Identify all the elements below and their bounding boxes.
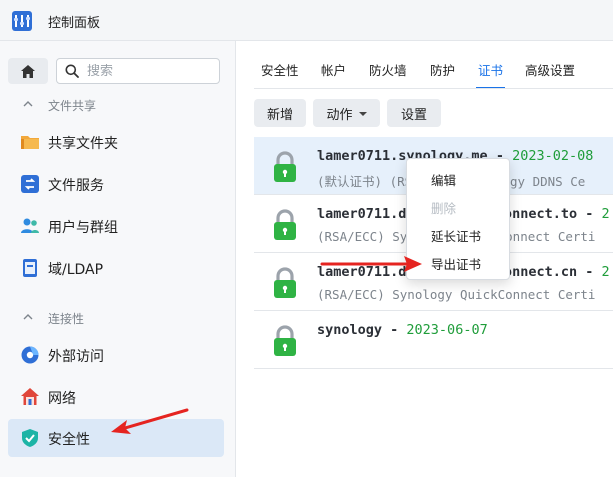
certificate-date: 2023-06-07 (406, 322, 488, 338)
sidebar-item-label: 安全性 (48, 432, 90, 448)
tab-advanced[interactable]: 高级设置 (525, 60, 575, 89)
caret-down-icon (358, 112, 367, 116)
chevron-up-icon (23, 101, 33, 107)
sidebar-item-file-services[interactable]: 文件服务 (8, 165, 224, 203)
search-box[interactable] (56, 58, 220, 84)
menu-item-export-certificate[interactable]: 导出证书 (431, 254, 481, 273)
title-bar: 控制面板 (0, 0, 613, 41)
lock-icon (274, 267, 296, 298)
sidebar-item-label: 外部访问 (48, 349, 104, 365)
context-menu: 编辑 删除 延长证书 导出证书 (406, 158, 510, 280)
section-connectivity[interactable]: 连接性 (0, 307, 236, 329)
window-title: 控制面板 (48, 16, 101, 31)
home-icon (21, 64, 35, 78)
tabs-divider (254, 88, 613, 89)
search-input[interactable] (87, 63, 207, 79)
sidebar-item-users-groups[interactable]: 用户与群组 (8, 207, 224, 245)
menu-item-renew-certificate[interactable]: 延长证书 (431, 226, 481, 245)
sidebar-item-external-access[interactable]: 外部访问 (8, 336, 224, 374)
external-access-icon (21, 346, 39, 364)
domain-icon (23, 259, 37, 277)
chevron-up-icon (23, 314, 33, 320)
certificate-date: 2 (601, 264, 610, 280)
menu-item-delete: 删除 (431, 201, 457, 216)
sidebar-item-network[interactable]: 网络 (8, 378, 224, 416)
sidebar-item-domain-ldap[interactable]: 域/LDAP (8, 249, 224, 287)
settings-button-label: 设置 (400, 107, 427, 123)
section-label: 连接性 (48, 312, 85, 326)
certificate-description: (RSA/ECC) Synology QuickConnect Certi (317, 287, 596, 302)
certificate-name: synology - 2023-06-07 (317, 322, 488, 338)
certificate-date: 2023-02-08 (512, 148, 594, 164)
sidebar-item-label: 共享文件夹 (48, 136, 118, 152)
add-button-label: 新增 (266, 107, 293, 123)
lock-icon (274, 209, 296, 240)
control-panel-icon (12, 11, 32, 31)
tab-protection[interactable]: 防护 (430, 60, 455, 89)
section-label: 文件共享 (48, 99, 97, 113)
settings-button[interactable]: 设置 (387, 99, 441, 127)
action-button-label: 动作 (326, 107, 353, 123)
file-services-icon (21, 175, 39, 193)
sidebar-item-label: 用户与群组 (48, 220, 118, 236)
sidebar-item-security[interactable]: 安全性 (8, 419, 224, 457)
sidebar-item-label: 网络 (48, 391, 76, 407)
sidebar-item-label: 文件服务 (48, 178, 104, 194)
network-house-icon (21, 388, 39, 405)
menu-item-edit[interactable]: 编辑 (431, 170, 456, 189)
shield-icon (22, 429, 38, 447)
certificate-row[interactable]: synology - 2023-06-07 (254, 311, 613, 369)
tab-account[interactable]: 帐户 (321, 60, 346, 89)
tab-firewall[interactable]: 防火墙 (369, 60, 407, 89)
folder-icon (21, 136, 39, 149)
lock-icon (274, 325, 296, 356)
certificate-date: 2 (601, 206, 610, 222)
home-button[interactable] (8, 58, 48, 84)
section-file-sharing[interactable]: 文件共享 (0, 94, 236, 116)
sidebar: 文件共享 共享文件夹 文件服务 用户与群组 域/LDAP (0, 41, 236, 477)
sidebar-item-label: 域/LDAP (48, 262, 104, 278)
sidebar-item-shared-folder[interactable]: 共享文件夹 (8, 123, 224, 161)
tab-security[interactable]: 安全性 (261, 60, 299, 89)
users-icon (21, 218, 39, 233)
search-icon (65, 64, 79, 78)
action-button[interactable]: 动作 (313, 99, 380, 127)
tab-certificate[interactable]: 证书 (475, 60, 506, 89)
add-button[interactable]: 新增 (254, 99, 306, 127)
lock-icon (274, 151, 296, 182)
